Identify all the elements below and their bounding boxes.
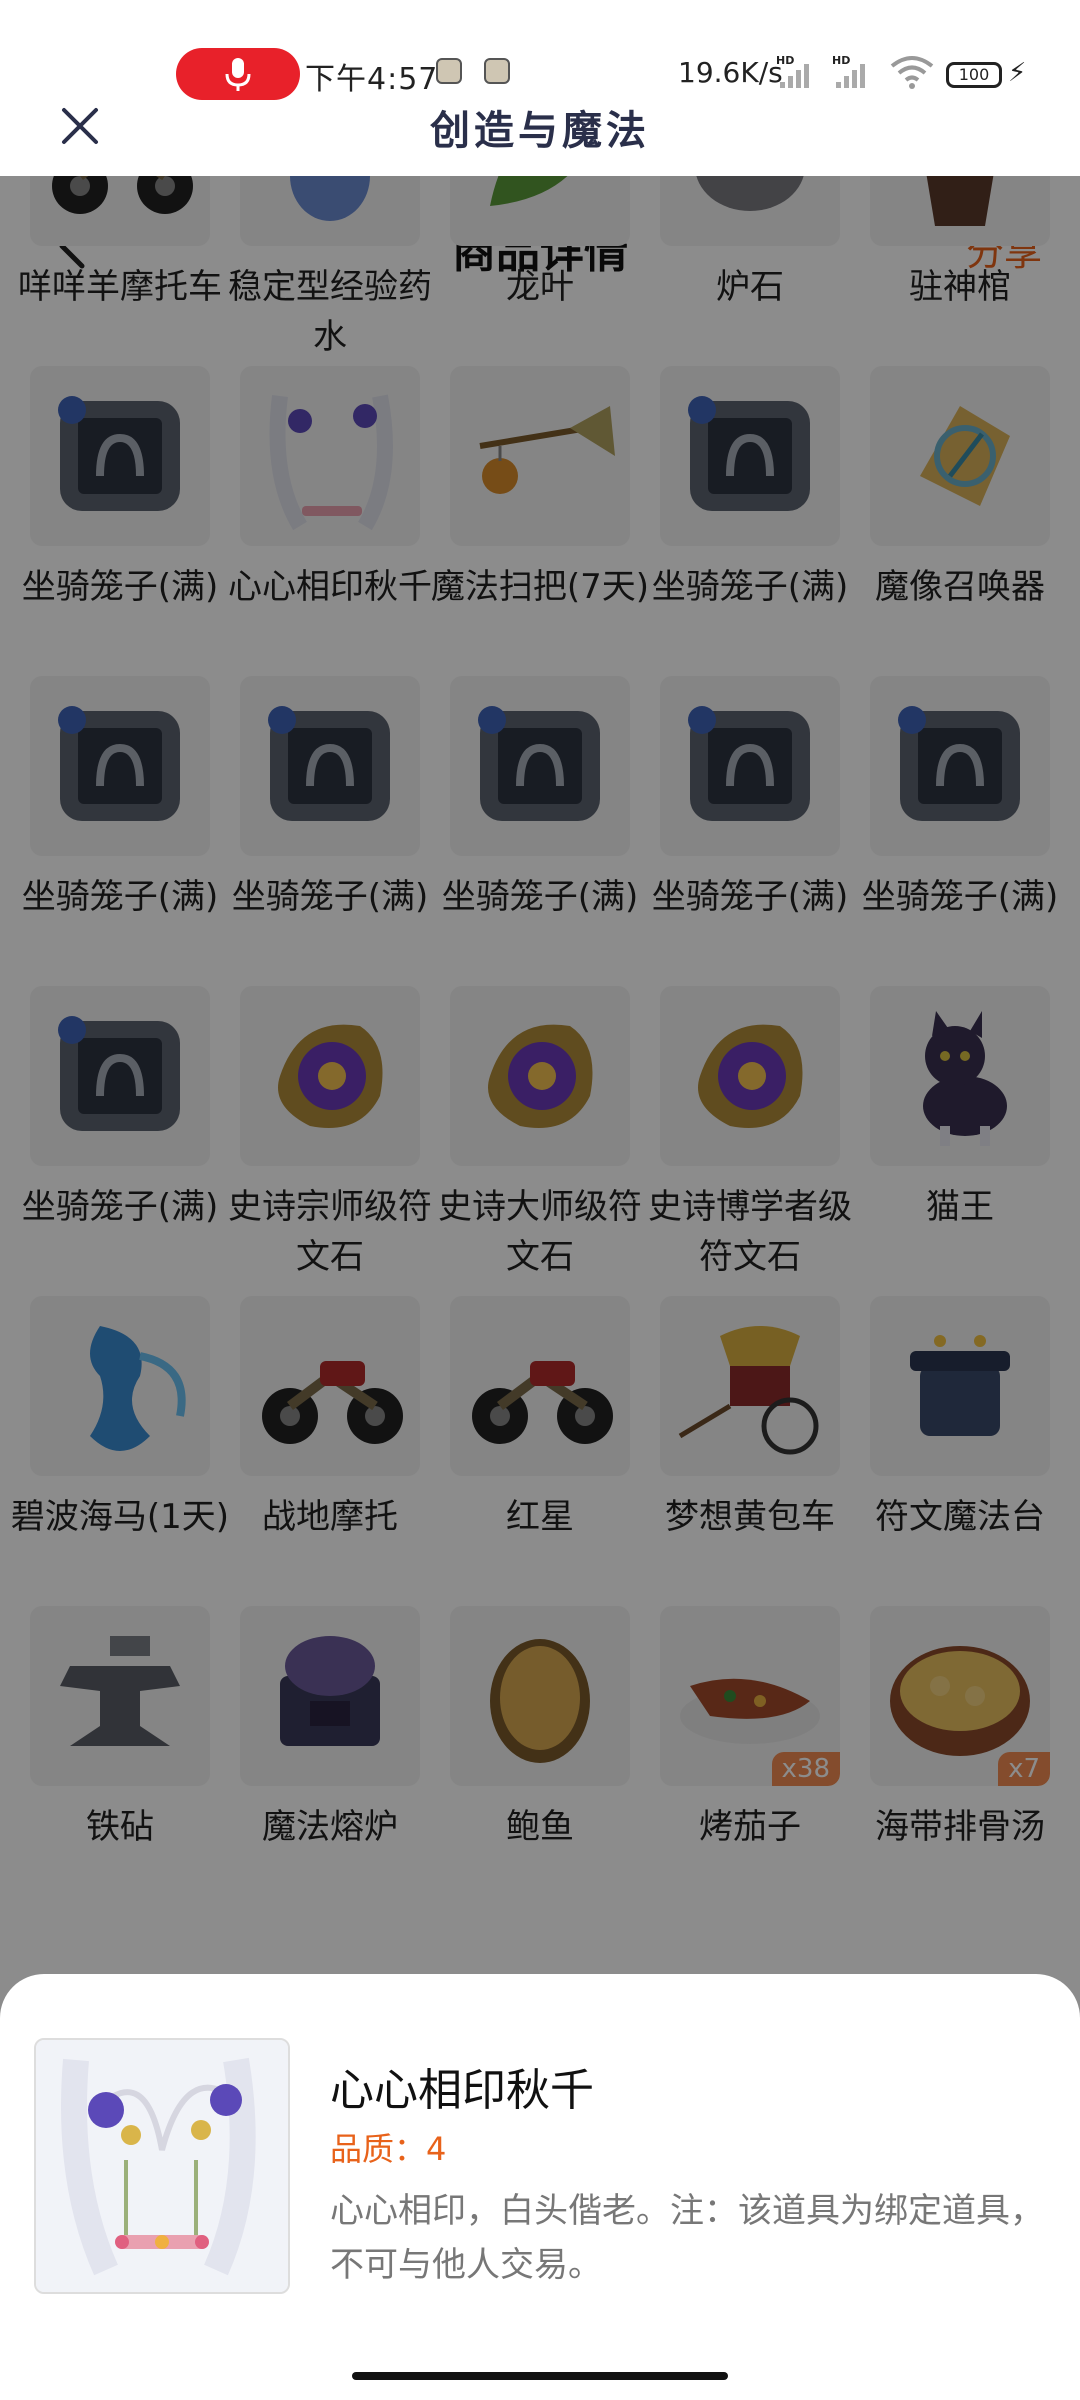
item-description: 心心相印，白头偕老。注：该道具为绑定道具，不可与他人交易。: [330, 2191, 1044, 2285]
status-bar: 下午4:57 19.6K/s HD HD 100 ⚡: [0, 0, 1080, 110]
status-time: 下午4:57: [305, 62, 439, 97]
app-title: 创造与魔法: [430, 107, 650, 154]
svg-text:HD: HD: [832, 54, 850, 67]
notification-icon: [484, 58, 510, 84]
signal-icon: HD: [776, 54, 809, 88]
recording-indicator[interactable]: [176, 48, 300, 100]
svg-text:HD: HD: [776, 54, 794, 67]
item-detail-sheet: 心心相印秋千 品质：4 心心相印，白头偕老。注：该道具为绑定道具，不可与他人交易…: [0, 1974, 1080, 2400]
swing-icon: [36, 2040, 288, 2292]
charging-icon: ⚡: [1008, 58, 1027, 88]
item-quality: 品质：4: [330, 2130, 447, 2168]
notification-icon: [436, 58, 462, 84]
battery-icon: 100: [946, 62, 1002, 88]
signal-icon: HD: [832, 54, 865, 88]
item-name: 心心相印秋千: [330, 2065, 594, 2116]
network-speed: 19.6K/s: [678, 56, 783, 89]
microphone-icon: [225, 58, 251, 91]
wifi-icon: [890, 56, 934, 89]
home-indicator[interactable]: [352, 2372, 728, 2380]
item-image: [34, 2038, 290, 2294]
